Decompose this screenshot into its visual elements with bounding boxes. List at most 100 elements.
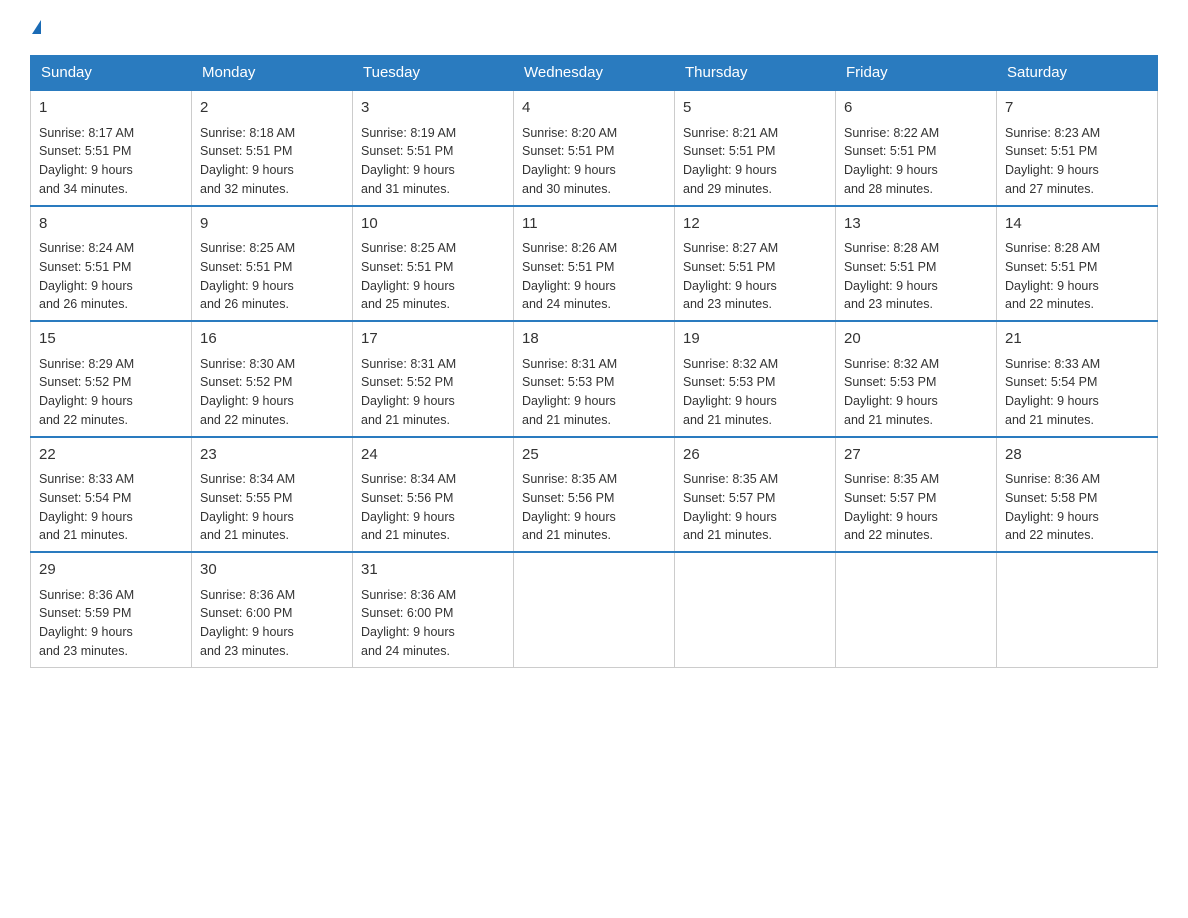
- calendar-cell: 31 Sunrise: 8:36 AM Sunset: 6:00 PM Dayl…: [353, 552, 514, 667]
- logo: [30, 20, 41, 35]
- day-number: 23: [200, 444, 344, 467]
- day-number: 7: [1005, 97, 1149, 120]
- calendar-cell: 11 Sunrise: 8:26 AM Sunset: 5:51 PM Dayl…: [514, 206, 675, 322]
- day-info: Sunrise: 8:33 AM Sunset: 5:54 PM Dayligh…: [1005, 355, 1149, 430]
- day-info: Sunrise: 8:28 AM Sunset: 5:51 PM Dayligh…: [1005, 239, 1149, 314]
- day-number: 15: [39, 328, 183, 351]
- calendar-cell: 24 Sunrise: 8:34 AM Sunset: 5:56 PM Dayl…: [353, 437, 514, 553]
- day-info: Sunrise: 8:23 AM Sunset: 5:51 PM Dayligh…: [1005, 124, 1149, 199]
- day-number: 5: [683, 97, 827, 120]
- day-number: 12: [683, 213, 827, 236]
- day-info: Sunrise: 8:36 AM Sunset: 6:00 PM Dayligh…: [200, 586, 344, 661]
- day-info: Sunrise: 8:35 AM Sunset: 5:57 PM Dayligh…: [683, 470, 827, 545]
- day-number: 27: [844, 444, 988, 467]
- day-number: 31: [361, 559, 505, 582]
- calendar-cell: 26 Sunrise: 8:35 AM Sunset: 5:57 PM Dayl…: [675, 437, 836, 553]
- weekday-header-friday: Friday: [836, 56, 997, 91]
- calendar-cell: 29 Sunrise: 8:36 AM Sunset: 5:59 PM Dayl…: [31, 552, 192, 667]
- day-info: Sunrise: 8:19 AM Sunset: 5:51 PM Dayligh…: [361, 124, 505, 199]
- calendar-cell: [514, 552, 675, 667]
- day-number: 3: [361, 97, 505, 120]
- day-info: Sunrise: 8:26 AM Sunset: 5:51 PM Dayligh…: [522, 239, 666, 314]
- calendar-header-row: SundayMondayTuesdayWednesdayThursdayFrid…: [31, 56, 1158, 91]
- calendar-cell: 7 Sunrise: 8:23 AM Sunset: 5:51 PM Dayli…: [997, 90, 1158, 206]
- day-number: 18: [522, 328, 666, 351]
- day-info: Sunrise: 8:36 AM Sunset: 6:00 PM Dayligh…: [361, 586, 505, 661]
- calendar-cell: 9 Sunrise: 8:25 AM Sunset: 5:51 PM Dayli…: [192, 206, 353, 322]
- day-info: Sunrise: 8:25 AM Sunset: 5:51 PM Dayligh…: [361, 239, 505, 314]
- calendar-cell: [997, 552, 1158, 667]
- day-info: Sunrise: 8:36 AM Sunset: 5:58 PM Dayligh…: [1005, 470, 1149, 545]
- day-number: 28: [1005, 444, 1149, 467]
- day-info: Sunrise: 8:31 AM Sunset: 5:52 PM Dayligh…: [361, 355, 505, 430]
- day-info: Sunrise: 8:32 AM Sunset: 5:53 PM Dayligh…: [683, 355, 827, 430]
- calendar-cell: 15 Sunrise: 8:29 AM Sunset: 5:52 PM Dayl…: [31, 321, 192, 437]
- day-info: Sunrise: 8:21 AM Sunset: 5:51 PM Dayligh…: [683, 124, 827, 199]
- calendar-cell: 17 Sunrise: 8:31 AM Sunset: 5:52 PM Dayl…: [353, 321, 514, 437]
- weekday-header-thursday: Thursday: [675, 56, 836, 91]
- day-info: Sunrise: 8:34 AM Sunset: 5:56 PM Dayligh…: [361, 470, 505, 545]
- day-info: Sunrise: 8:24 AM Sunset: 5:51 PM Dayligh…: [39, 239, 183, 314]
- day-number: 9: [200, 213, 344, 236]
- calendar-cell: 27 Sunrise: 8:35 AM Sunset: 5:57 PM Dayl…: [836, 437, 997, 553]
- day-info: Sunrise: 8:36 AM Sunset: 5:59 PM Dayligh…: [39, 586, 183, 661]
- day-info: Sunrise: 8:35 AM Sunset: 5:56 PM Dayligh…: [522, 470, 666, 545]
- weekday-header-monday: Monday: [192, 56, 353, 91]
- day-info: Sunrise: 8:25 AM Sunset: 5:51 PM Dayligh…: [200, 239, 344, 314]
- calendar-cell: 3 Sunrise: 8:19 AM Sunset: 5:51 PM Dayli…: [353, 90, 514, 206]
- calendar-cell: 23 Sunrise: 8:34 AM Sunset: 5:55 PM Dayl…: [192, 437, 353, 553]
- day-number: 21: [1005, 328, 1149, 351]
- day-number: 11: [522, 213, 666, 236]
- calendar-cell: [675, 552, 836, 667]
- calendar-cell: 1 Sunrise: 8:17 AM Sunset: 5:51 PM Dayli…: [31, 90, 192, 206]
- calendar-cell: 5 Sunrise: 8:21 AM Sunset: 5:51 PM Dayli…: [675, 90, 836, 206]
- calendar-week-4: 22 Sunrise: 8:33 AM Sunset: 5:54 PM Dayl…: [31, 437, 1158, 553]
- page-header: [30, 20, 1158, 35]
- day-number: 8: [39, 213, 183, 236]
- day-info: Sunrise: 8:17 AM Sunset: 5:51 PM Dayligh…: [39, 124, 183, 199]
- calendar-cell: 16 Sunrise: 8:30 AM Sunset: 5:52 PM Dayl…: [192, 321, 353, 437]
- day-info: Sunrise: 8:35 AM Sunset: 5:57 PM Dayligh…: [844, 470, 988, 545]
- weekday-header-wednesday: Wednesday: [514, 56, 675, 91]
- day-number: 1: [39, 97, 183, 120]
- day-number: 4: [522, 97, 666, 120]
- calendar-cell: 12 Sunrise: 8:27 AM Sunset: 5:51 PM Dayl…: [675, 206, 836, 322]
- day-number: 24: [361, 444, 505, 467]
- calendar-cell: 8 Sunrise: 8:24 AM Sunset: 5:51 PM Dayli…: [31, 206, 192, 322]
- calendar-cell: 19 Sunrise: 8:32 AM Sunset: 5:53 PM Dayl…: [675, 321, 836, 437]
- calendar-cell: [836, 552, 997, 667]
- day-number: 22: [39, 444, 183, 467]
- day-number: 17: [361, 328, 505, 351]
- day-info: Sunrise: 8:33 AM Sunset: 5:54 PM Dayligh…: [39, 470, 183, 545]
- day-info: Sunrise: 8:30 AM Sunset: 5:52 PM Dayligh…: [200, 355, 344, 430]
- day-number: 29: [39, 559, 183, 582]
- calendar-cell: 14 Sunrise: 8:28 AM Sunset: 5:51 PM Dayl…: [997, 206, 1158, 322]
- calendar-cell: 22 Sunrise: 8:33 AM Sunset: 5:54 PM Dayl…: [31, 437, 192, 553]
- calendar-cell: 28 Sunrise: 8:36 AM Sunset: 5:58 PM Dayl…: [997, 437, 1158, 553]
- day-info: Sunrise: 8:32 AM Sunset: 5:53 PM Dayligh…: [844, 355, 988, 430]
- calendar-cell: 20 Sunrise: 8:32 AM Sunset: 5:53 PM Dayl…: [836, 321, 997, 437]
- day-number: 13: [844, 213, 988, 236]
- day-info: Sunrise: 8:27 AM Sunset: 5:51 PM Dayligh…: [683, 239, 827, 314]
- day-number: 2: [200, 97, 344, 120]
- day-number: 30: [200, 559, 344, 582]
- calendar-cell: 4 Sunrise: 8:20 AM Sunset: 5:51 PM Dayli…: [514, 90, 675, 206]
- day-info: Sunrise: 8:29 AM Sunset: 5:52 PM Dayligh…: [39, 355, 183, 430]
- calendar-table: SundayMondayTuesdayWednesdayThursdayFrid…: [30, 55, 1158, 668]
- day-info: Sunrise: 8:20 AM Sunset: 5:51 PM Dayligh…: [522, 124, 666, 199]
- calendar-cell: 30 Sunrise: 8:36 AM Sunset: 6:00 PM Dayl…: [192, 552, 353, 667]
- day-info: Sunrise: 8:28 AM Sunset: 5:51 PM Dayligh…: [844, 239, 988, 314]
- day-info: Sunrise: 8:22 AM Sunset: 5:51 PM Dayligh…: [844, 124, 988, 199]
- day-number: 14: [1005, 213, 1149, 236]
- day-number: 19: [683, 328, 827, 351]
- calendar-cell: 2 Sunrise: 8:18 AM Sunset: 5:51 PM Dayli…: [192, 90, 353, 206]
- day-number: 26: [683, 444, 827, 467]
- day-number: 16: [200, 328, 344, 351]
- calendar-week-1: 1 Sunrise: 8:17 AM Sunset: 5:51 PM Dayli…: [31, 90, 1158, 206]
- calendar-cell: 6 Sunrise: 8:22 AM Sunset: 5:51 PM Dayli…: [836, 90, 997, 206]
- day-number: 6: [844, 97, 988, 120]
- day-info: Sunrise: 8:31 AM Sunset: 5:53 PM Dayligh…: [522, 355, 666, 430]
- calendar-cell: 18 Sunrise: 8:31 AM Sunset: 5:53 PM Dayl…: [514, 321, 675, 437]
- calendar-week-3: 15 Sunrise: 8:29 AM Sunset: 5:52 PM Dayl…: [31, 321, 1158, 437]
- calendar-cell: 25 Sunrise: 8:35 AM Sunset: 5:56 PM Dayl…: [514, 437, 675, 553]
